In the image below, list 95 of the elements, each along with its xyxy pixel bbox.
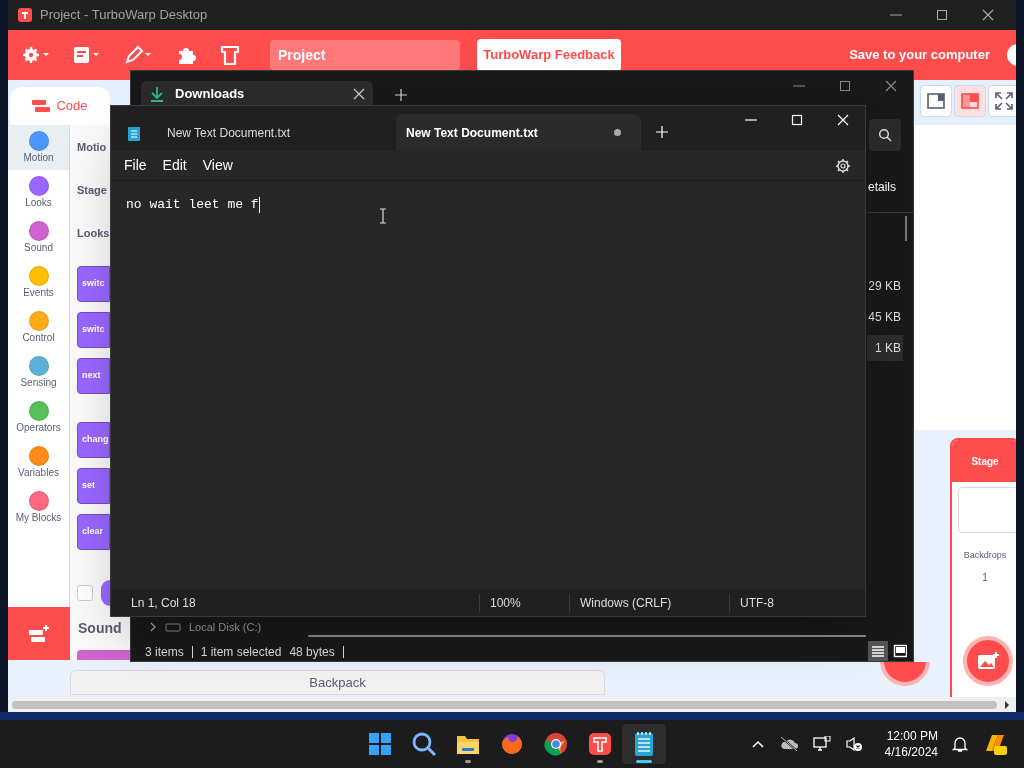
category-heading: Sound — [78, 619, 122, 638]
speaker-muted-icon[interactable] — [844, 736, 863, 752]
file-size-cell[interactable]: 45 KB — [867, 304, 903, 330]
scrollbar-thumb[interactable] — [905, 216, 907, 241]
status-text: Ln 1, Col 18 — [130, 594, 197, 612]
menu-item[interactable]: View — [195, 155, 240, 176]
stage-thumbnail — [958, 487, 1016, 533]
fullscreen-icon — [994, 91, 1014, 111]
running-indicator — [465, 760, 471, 763]
close-icon[interactable] — [353, 87, 365, 100]
details-view-button[interactable] — [868, 641, 888, 661]
stage-size-button[interactable] — [954, 85, 986, 117]
download-icon — [149, 85, 165, 102]
stage-panel-title: Stage — [952, 440, 1016, 482]
running-indicator — [597, 760, 603, 763]
list-icon — [871, 644, 885, 658]
file-size-cell[interactable]: 1 KB — [867, 335, 903, 361]
search-icon — [410, 730, 438, 758]
status-text: Windows (CRLF) — [569, 593, 729, 612]
tree-item[interactable]: Local Disk (C:) — [189, 619, 262, 636]
settings-icon[interactable] — [835, 157, 851, 174]
category-item[interactable]: Motion — [8, 125, 69, 170]
status-text: 100% — [479, 593, 569, 612]
category-item[interactable]: Events — [8, 260, 69, 305]
gear-icon[interactable] — [22, 44, 52, 66]
layout-icon — [960, 91, 980, 111]
category-heading: Looks — [77, 226, 110, 241]
details-button[interactable]: etails — [868, 178, 896, 196]
cloud-off-icon[interactable] — [778, 736, 799, 752]
backpack-bar[interactable]: Backpack — [70, 670, 605, 695]
pencil-icon[interactable] — [124, 44, 154, 66]
i-beam-cursor-icon — [379, 208, 387, 224]
help-icon[interactable] — [1006, 43, 1016, 67]
category-item[interactable]: Sensing — [8, 350, 69, 395]
backdrops-label: Backdrops — [963, 549, 1007, 562]
app-icon — [18, 8, 32, 22]
code-block[interactable]: set — [77, 468, 110, 504]
category-item[interactable]: My Blocks — [8, 485, 69, 530]
notepad-tab[interactable]: New Text Document.txt — [111, 114, 396, 151]
round-browser-icon — [542, 730, 570, 758]
windows-icon — [366, 730, 394, 758]
explorer-tab[interactable]: Downloads — [141, 81, 373, 106]
horizontal-scrollbar[interactable] — [8, 697, 1016, 712]
file-size-cell[interactable]: 29 KB — [867, 273, 903, 299]
category-item[interactable]: Sound — [8, 215, 69, 260]
taskbar-app-button[interactable] — [622, 724, 666, 764]
reporter-block[interactable] — [101, 580, 110, 606]
code-block[interactable]: chang — [77, 422, 110, 458]
category-item[interactable]: Control — [8, 305, 69, 350]
selection-size: 48 bytes — [289, 644, 335, 661]
selection-status: 1 item selected — [200, 644, 282, 661]
blocks-icon — [32, 100, 51, 112]
category-item[interactable]: Looks — [8, 170, 69, 215]
category-heading: Stage — [77, 183, 107, 198]
code-block[interactable]: switc — [77, 312, 110, 348]
item-count: 3 items — [145, 644, 184, 661]
category-item[interactable]: Operators — [8, 395, 69, 440]
menu-item[interactable]: File — [117, 155, 154, 176]
puzzle-icon[interactable] — [176, 45, 196, 65]
window-title: Project - TurboWarp Desktop — [40, 6, 208, 25]
drive-icon — [165, 622, 181, 633]
category-item[interactable]: Variables — [8, 440, 69, 485]
stage-size-button[interactable] — [920, 85, 952, 117]
horizontal-scrollbar[interactable] — [308, 635, 866, 637]
arrow-right-icon[interactable] — [1003, 700, 1011, 709]
notepad-icon — [127, 124, 141, 141]
bell-icon[interactable] — [952, 735, 968, 753]
backdrops-count: 1 — [982, 570, 988, 585]
layout-icon — [926, 91, 946, 111]
notepad-tab[interactable]: New Text Document.txt — [396, 114, 641, 151]
extension-icon — [27, 623, 51, 644]
code-block[interactable]: next — [77, 358, 110, 394]
app-icon — [586, 730, 614, 758]
text-area[interactable]: no wait leet me f — [111, 181, 865, 589]
code-block[interactable]: clear — [77, 514, 110, 550]
add-extension-button[interactable] — [8, 607, 70, 660]
image-icon — [977, 652, 999, 670]
category-heading: Motio — [77, 140, 107, 155]
plus-icon[interactable] — [394, 88, 408, 102]
running-indicator — [636, 760, 652, 763]
logo-icon[interactable] — [220, 44, 240, 66]
search-icon — [878, 128, 892, 142]
chevron-right-icon[interactable] — [149, 622, 157, 633]
clock[interactable]: 12:00 PM 4/16/2024 — [884, 728, 938, 760]
code-block[interactable]: switc — [77, 266, 110, 302]
document-text: no wait leet me f — [126, 196, 259, 214]
tiles-icon — [893, 644, 907, 658]
text-cursor — [258, 196, 260, 213]
menu-item[interactable]: Edit — [155, 155, 194, 176]
checkbox[interactable] — [77, 585, 93, 601]
fullscreen-button[interactable] — [988, 85, 1016, 117]
network-icon[interactable] — [812, 736, 831, 752]
file-icon[interactable] — [72, 44, 102, 66]
search-button[interactable] — [869, 119, 901, 151]
status-text: UTF-8 — [729, 593, 865, 612]
